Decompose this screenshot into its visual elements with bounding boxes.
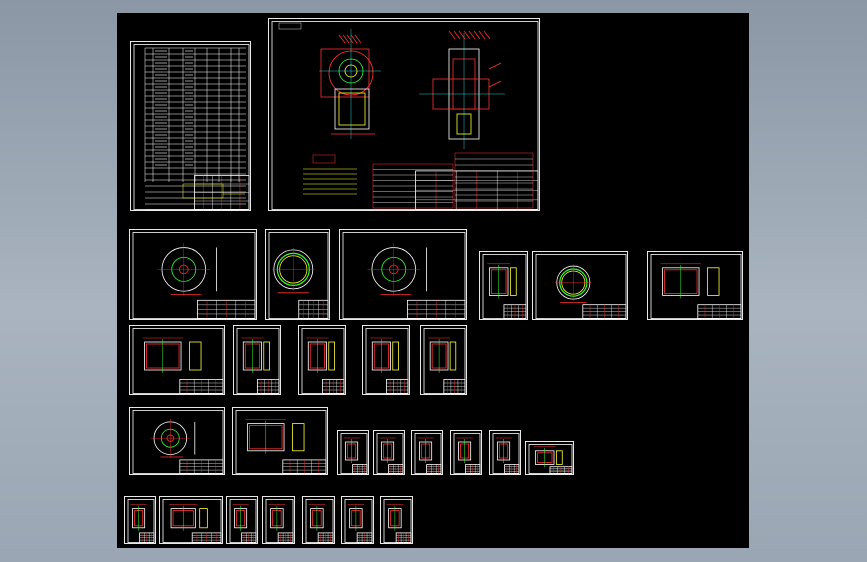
sheet-graphics [376, 433, 404, 474]
sheet-assembly-drawing[interactable] [268, 18, 540, 211]
sheet-graphics [268, 232, 329, 319]
sheet-part-row3-6[interactable] [525, 441, 574, 475]
sheet-part-row3-5[interactable] [489, 430, 521, 475]
sheet-graphics [132, 410, 224, 474]
sheet-graphics [133, 44, 250, 211]
sheet-hub-detail[interactable] [129, 325, 225, 395]
sheet-bom-list[interactable] [130, 41, 251, 211]
sheet-plate-c[interactable] [362, 325, 410, 395]
sheet-part-row3-4[interactable] [450, 430, 482, 475]
sheet-part-row4-1[interactable] [124, 496, 156, 544]
sheet-bar-a[interactable] [233, 325, 281, 395]
sheet-plate-d[interactable] [420, 325, 467, 395]
sheet-part-row4-5[interactable] [302, 496, 335, 544]
sheet-part-row3-2[interactable] [373, 430, 405, 475]
sheet-part-row3-1[interactable] [337, 430, 369, 475]
sheet-graphics [127, 499, 155, 543]
sheet-graphics [535, 254, 627, 319]
sheet-frame-b[interactable] [647, 251, 743, 320]
sheet-graphics [365, 328, 409, 394]
sheet-graphics [340, 433, 368, 474]
sheet-inlet-frame[interactable] [232, 407, 328, 475]
sheet-graphics [162, 499, 222, 543]
sheet-graphics [342, 232, 466, 319]
sheet-impeller-side[interactable] [532, 251, 628, 320]
sheet-graphics [492, 433, 520, 474]
sheet-graphics [132, 328, 224, 394]
sheet-part-row4-2[interactable] [159, 496, 223, 544]
sheet-graphics [235, 410, 327, 474]
sheet-part-row4-4[interactable] [262, 496, 295, 544]
drawing-canvas[interactable] [117, 13, 749, 548]
sheet-graphics [482, 254, 527, 319]
sheet-graphics [383, 499, 412, 543]
sheet-graphics [414, 433, 442, 474]
sheet-rod-b[interactable] [298, 325, 346, 395]
sheet-graphics [265, 499, 294, 543]
sheet-graphics [301, 328, 345, 394]
sheet-graphics [229, 499, 257, 543]
sheet-part-row3-3[interactable] [411, 430, 443, 475]
sheet-disk-a[interactable] [129, 407, 225, 475]
sheet-volute-casing[interactable] [339, 229, 467, 320]
sheet-graphics [236, 328, 280, 394]
sheet-part-row4-6[interactable] [341, 496, 374, 544]
sheet-flange-a[interactable] [479, 251, 528, 320]
sheet-graphics [132, 232, 256, 319]
sheet-graphics [305, 499, 334, 543]
sheet-graphics [271, 21, 539, 210]
sheet-graphics [650, 254, 742, 319]
sheet-part-row4-3[interactable] [226, 496, 258, 544]
sheet-graphics [528, 444, 573, 474]
sheet-part-row4-7[interactable] [380, 496, 413, 544]
sheet-graphics [344, 499, 373, 543]
sheet-wheel-ring[interactable] [265, 229, 330, 320]
sheet-housing-front[interactable] [129, 229, 257, 320]
sheet-graphics [453, 433, 481, 474]
sheet-graphics [423, 328, 466, 394]
